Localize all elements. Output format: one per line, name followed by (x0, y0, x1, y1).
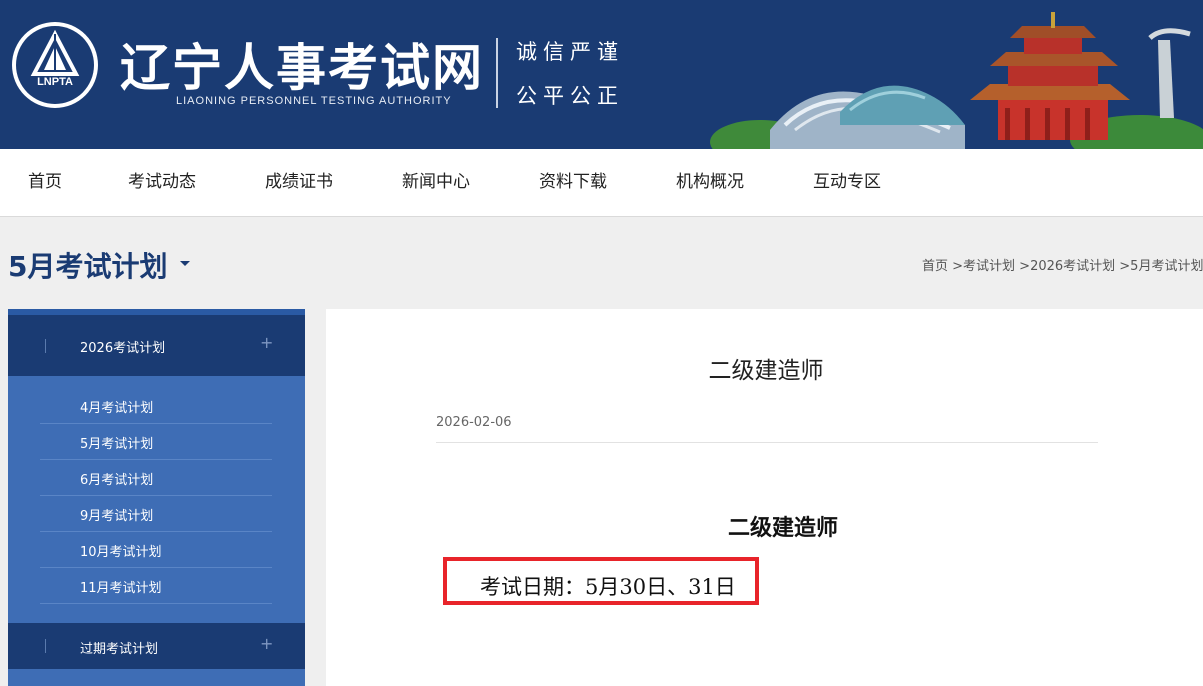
highlight-box (443, 557, 759, 605)
breadcrumb-home[interactable]: 首页 (922, 259, 948, 274)
sidebar-item-label: 9月考试计划 (80, 509, 154, 524)
sidebar-item-label: 5月考试计划 (80, 437, 154, 452)
article-date: 2026-02-06 (436, 415, 512, 430)
expand-plus-icon[interactable]: + (260, 333, 273, 352)
sidebar-item-label: 4月考试计划 (80, 401, 154, 416)
nav-interaction[interactable]: 互动专区 (813, 149, 881, 216)
page-title: 5月考试计划 (8, 250, 168, 283)
sidebar-group-label: 2026考试计划 (80, 341, 166, 356)
sidebar-item-june[interactable]: 6月考试计划 (40, 459, 272, 496)
main-nav: 首页 考试动态 成绩证书 新闻中心 资料下载 机构概况 互动专区 (0, 149, 1203, 217)
article-divider (436, 442, 1098, 443)
logo-emblem: LNPTA (16, 26, 94, 104)
article-panel: 二级建造师 2026-02-06 二级建造师 考试日期：5月30日、31日 (326, 309, 1203, 686)
sidebar: 2026考试计划 + 4月考试计划 5月考试计划 6月考试计划 9月考试计划 1… (8, 309, 305, 686)
sidebar-item-april[interactable]: 4月考试计划 (40, 387, 272, 424)
caret-down-icon[interactable] (180, 261, 190, 266)
breadcrumb-exam-plans[interactable]: >考试计划 (948, 259, 1015, 274)
nav-exam-news[interactable]: 考试动态 (128, 149, 196, 216)
sidebar-item-may[interactable]: 5月考试计划 (40, 423, 272, 460)
nav-home[interactable]: 首页 (28, 149, 62, 216)
motto-line-1: 诚信严谨 (516, 40, 624, 64)
site-header: LNPTA 辽宁人事考试网 LIAONING PERSONNEL TESTING… (0, 0, 1203, 149)
sidebar-item-label: 11月考试计划 (80, 581, 162, 596)
motto-line-2: 公平公正 (516, 84, 624, 108)
nav-about[interactable]: 机构概况 (676, 149, 744, 216)
breadcrumb: 首页 >考试计划 >2026考试计划 >5月考试计划 (922, 255, 1203, 274)
article-title: 二级建造师 (708, 358, 824, 384)
site-subtitle: LIAONING PERSONNEL TESTING AUTHORITY (176, 95, 452, 107)
logo-triangle-icon (30, 29, 80, 76)
sidebar-group-label: 过期考试计划 (80, 642, 159, 657)
site-title: 辽宁人事考试网 (120, 39, 484, 97)
nav-scores-certificates[interactable]: 成绩证书 (265, 149, 333, 216)
breadcrumb-may-plans[interactable]: >5月考试计划 (1115, 259, 1203, 274)
sidebar-item-label: 6月考试计划 (80, 473, 154, 488)
expand-plus-icon[interactable]: + (260, 634, 273, 653)
sidebar-group-2026[interactable]: 2026考试计划 + (8, 315, 305, 376)
sidebar-item-october[interactable]: 10月考试计划 (40, 531, 272, 568)
group-marker (45, 639, 46, 653)
sidebar-item-november[interactable]: 11月考试计划 (40, 567, 272, 604)
sidebar-group-past[interactable]: 过期考试计划 + (8, 623, 305, 669)
nav-news-center[interactable]: 新闻中心 (402, 149, 470, 216)
header-landmark-illustration (710, 12, 1203, 149)
sidebar-item-september[interactable]: 9月考试计划 (40, 495, 272, 532)
group-marker (45, 339, 46, 353)
header-divider (496, 38, 498, 108)
sidebar-item-label: 10月考试计划 (80, 545, 162, 560)
logo-text: LNPTA (37, 76, 73, 88)
breadcrumb-2026-plans[interactable]: >2026考试计划 (1015, 259, 1115, 274)
site-logo[interactable]: LNPTA (12, 22, 98, 108)
article-heading: 二级建造师 (728, 515, 839, 541)
nav-downloads[interactable]: 资料下载 (539, 149, 607, 216)
